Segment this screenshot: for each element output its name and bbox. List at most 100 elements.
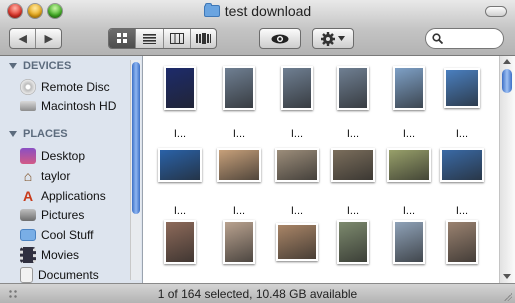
file-item[interactable]: I... [327,141,379,217]
file-thumbnail [217,148,261,182]
list-view-button[interactable] [136,29,164,48]
disclosure-triangle-icon [9,63,17,69]
folder-icon [20,229,36,241]
title-toolbar: test download ◀ ▶ [0,0,515,56]
sidebar-item-pictures[interactable]: Pictures [20,206,84,224]
file-thumbnail [275,148,319,182]
file-thumbnail [331,148,375,182]
file-item[interactable]: I... [154,141,206,217]
sidebar-scroll-thumb[interactable] [132,62,140,214]
cover-flow-icon [195,33,211,44]
sidebar-item-macintosh-hd[interactable]: Macintosh HD [20,97,116,115]
scroll-up-arrow-icon[interactable] [503,59,511,64]
cover-flow-view-button[interactable] [191,29,216,48]
toolbar-toggle-button[interactable] [485,6,507,17]
sidebar-item-remote-disc[interactable]: Remote Disc [20,78,110,96]
sidebar-item-label: Pictures [41,208,85,222]
section-title: PLACES [23,128,68,140]
section-title: DEVICES [23,60,72,72]
file-label: I... [402,205,416,217]
sidebar-item-label: Cool Stuff [41,228,94,242]
file-item[interactable]: I... [271,141,323,217]
sidebar-section-places[interactable]: PLACES [9,128,68,140]
sidebar-item-movies[interactable]: Movies [20,246,79,264]
file-thumbnail [387,148,431,182]
file-label: I... [290,205,304,217]
movies-icon [20,247,36,263]
file-thumbnail [446,220,478,264]
home-icon: ⌂ [23,168,33,184]
desktop-icon [20,148,36,164]
window-title-area: test download [0,2,515,20]
file-label: I... [173,128,187,140]
file-thumbnail [440,148,484,182]
file-label: I... [346,205,360,217]
sidebar-item-label: Desktop [41,149,86,163]
file-thumbnail [281,66,313,110]
quick-look-button[interactable] [259,28,301,49]
eye-icon [260,29,300,48]
file-thumbnail [158,148,202,182]
sidebar-item-taylor[interactable]: ⌂ taylor [20,167,71,185]
file-item[interactable]: I... [213,218,265,283]
search-input[interactable] [447,31,503,46]
navigation-buttons: ◀ ▶ [9,28,62,49]
sidebar-resize-grip-icon[interactable] [8,289,18,299]
file-item[interactable]: I... [383,64,435,140]
content-scrollbar[interactable] [499,56,515,283]
window-resize-handle-icon[interactable] [502,291,512,301]
scroll-down-arrow-icon[interactable] [503,274,511,279]
back-button[interactable]: ◀ [10,29,37,48]
sidebar-item-applications[interactable]: A Applications [20,187,106,205]
status-text: 1 of 164 selected, 10.48 GB available [157,286,358,301]
file-thumbnail [337,220,369,264]
file-label: I... [346,128,360,140]
pictures-icon [20,209,36,221]
file-item[interactable]: I... [436,64,488,140]
icon-view-button[interactable] [109,29,137,48]
file-item[interactable]: I... [327,64,379,140]
file-item[interactable]: I... [436,218,488,283]
icon-view-icon [116,33,127,43]
sidebar-item-label: Movies [41,248,80,262]
file-label: I... [455,205,469,217]
forward-button[interactable]: ▶ [36,29,61,48]
file-item[interactable]: I... [154,64,206,140]
documents-icon [20,267,33,283]
file-item[interactable]: I... [154,218,206,283]
folder-icon [203,3,220,17]
action-menu-button[interactable] [312,28,354,49]
file-item[interactable]: I... [213,64,265,140]
file-item[interactable]: I... [436,141,488,217]
sidebar-scrollbar[interactable] [130,60,141,280]
file-label: I... [173,205,187,217]
file-thumbnail [164,220,196,264]
sidebar-item-cool-stuff[interactable]: Cool Stuff [20,226,93,244]
chevron-down-icon [338,36,345,41]
sidebar-item-documents[interactable]: Documents [20,266,99,283]
file-thumbnail [393,220,425,264]
sidebar-item-label: taylor [41,169,71,183]
file-item[interactable]: I... [271,218,323,283]
list-view-icon [142,33,156,44]
search-field[interactable] [425,28,504,49]
file-label: I... [402,128,416,140]
column-view-button[interactable] [164,29,191,48]
file-thumbnail [223,66,255,110]
file-item[interactable]: I... [327,218,379,283]
applications-icon: A [22,188,34,204]
sidebar-item-label: Documents [38,268,99,282]
sidebar-item-desktop[interactable]: Desktop [20,147,85,165]
file-item[interactable]: I... [213,141,265,217]
file-item[interactable]: I... [383,218,435,283]
file-item[interactable]: I... [271,64,323,140]
disclosure-triangle-icon [9,131,17,137]
sidebar-item-label: Remote Disc [41,80,110,94]
content-scroll-thumb[interactable] [502,69,512,93]
sidebar-item-label: Applications [41,189,106,203]
file-item[interactable]: I... [383,141,435,217]
file-thumbnail [337,66,369,110]
search-icon [432,33,443,44]
sidebar-section-devices[interactable]: DEVICES [9,60,71,72]
disc-icon [20,79,36,95]
